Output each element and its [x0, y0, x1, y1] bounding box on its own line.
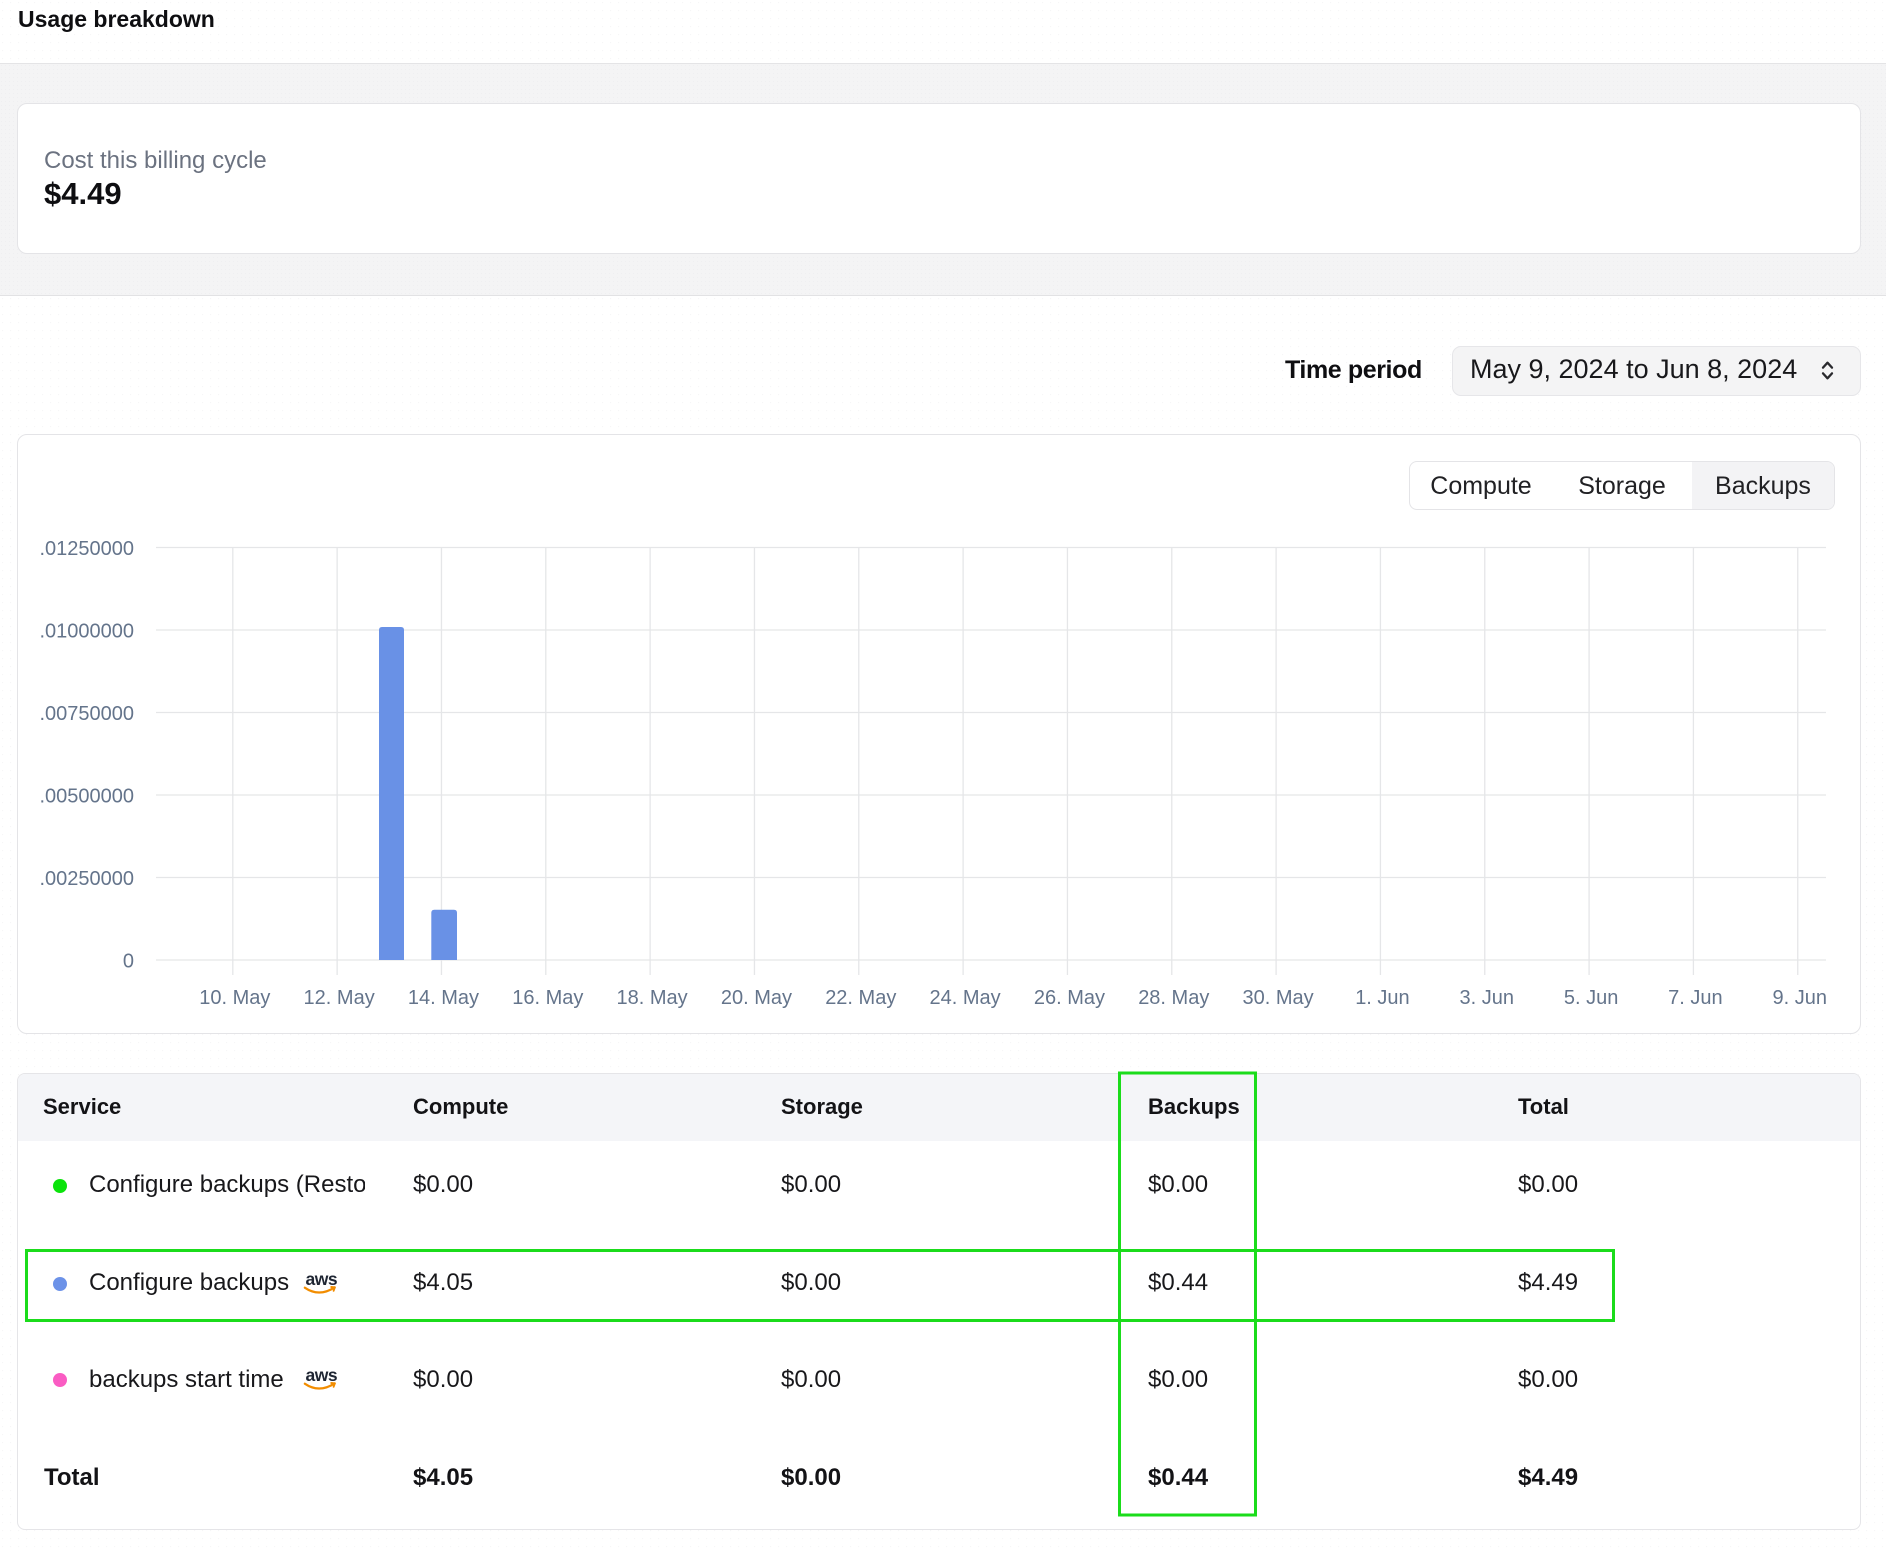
svg-text:7. Jun: 7. Jun [1668, 987, 1722, 1009]
svg-text:24. May: 24. May [930, 987, 1001, 1009]
svg-text:16. May: 16. May [512, 987, 583, 1009]
svg-text:3. Jun: 3. Jun [1460, 987, 1514, 1009]
svg-text:9. Jun: 9. Jun [1773, 987, 1827, 1009]
svg-text:.00750000: .00750000 [39, 703, 134, 725]
svg-text:18. May: 18. May [617, 987, 688, 1009]
svg-text:22. May: 22. May [825, 987, 896, 1009]
svg-text:10. May: 10. May [199, 987, 270, 1009]
svg-text:20. May: 20. May [721, 987, 792, 1009]
svg-text:5. Jun: 5. Jun [1564, 987, 1618, 1009]
svg-text:26. May: 26. May [1034, 987, 1105, 1009]
svg-text:30. May: 30. May [1243, 987, 1314, 1009]
svg-text:.01250000: .01250000 [39, 538, 134, 560]
svg-text:0: 0 [123, 951, 134, 973]
svg-text:28. May: 28. May [1138, 987, 1209, 1009]
svg-text:.00500000: .00500000 [39, 786, 134, 808]
svg-text:.00250000: .00250000 [39, 868, 134, 890]
svg-text:14. May: 14. May [408, 987, 479, 1009]
svg-text:.01000000: .01000000 [39, 621, 134, 643]
svg-text:1. Jun: 1. Jun [1355, 987, 1409, 1009]
svg-text:aws: aws [306, 1269, 338, 1289]
svg-text:12. May: 12. May [304, 987, 375, 1009]
svg-text:aws: aws [306, 1365, 338, 1385]
